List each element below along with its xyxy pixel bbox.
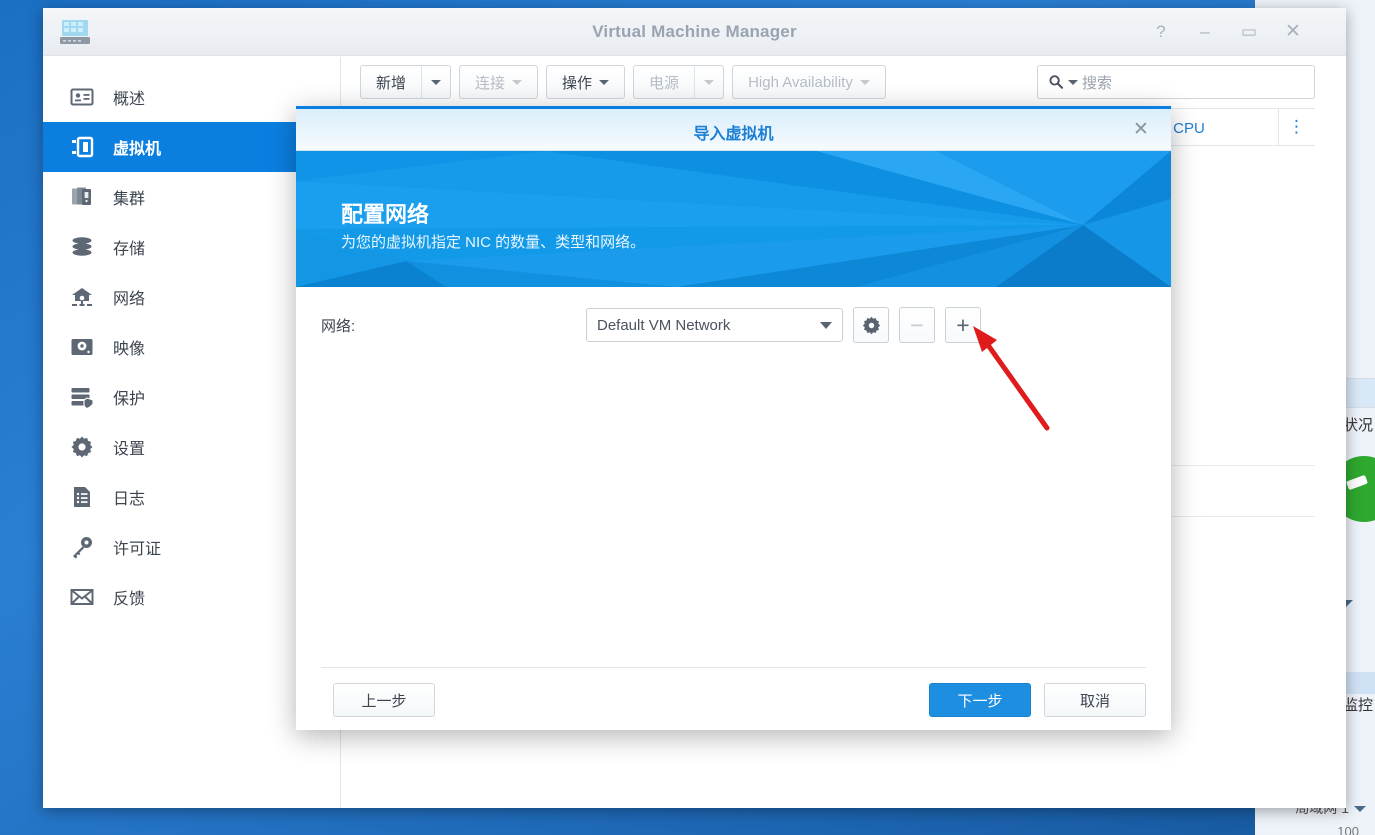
- lan-widget-value: 100: [1337, 824, 1359, 835]
- protection-shield-icon: [67, 382, 97, 412]
- create-button[interactable]: 新增: [360, 65, 422, 99]
- minimize-icon[interactable]: –: [1192, 19, 1218, 45]
- power-button-dropdown[interactable]: [694, 65, 725, 99]
- sidebar-item-label: 映像: [113, 341, 146, 358]
- chevron-down-icon: [820, 321, 832, 329]
- network-select-value: Default VM Network: [597, 316, 731, 334]
- toolbar: 新增 连接 操作 电源 High Availability 搜索: [342, 57, 1346, 105]
- gear-icon: [862, 316, 880, 334]
- chevron-down-icon: [704, 79, 715, 85]
- chevron-down-icon[interactable]: [1354, 806, 1366, 812]
- license-key-icon: [67, 532, 97, 562]
- window-title-bar: Virtual Machine Manager ? – ▭ ✕: [43, 8, 1346, 56]
- dialog-banner-heading: 配置网络: [341, 202, 430, 227]
- image-disc-icon: [67, 332, 97, 362]
- dialog-title: 导入虚拟机: [693, 126, 774, 143]
- create-button-dropdown[interactable]: [421, 65, 452, 99]
- search-scope-chevron-down-icon[interactable]: [1068, 79, 1078, 85]
- network-settings-button[interactable]: [853, 307, 889, 343]
- cancel-button[interactable]: 取消: [1044, 683, 1146, 717]
- network-select[interactable]: Default VM Network: [586, 308, 843, 342]
- sidebar-item-label: 保护: [113, 391, 146, 408]
- sidebar-item-label: 存储: [113, 241, 146, 258]
- application-window: Virtual Machine Manager ? – ▭ ✕ 概述 虚拟机 集…: [43, 8, 1346, 808]
- status-widget-title: 状况: [1342, 417, 1373, 434]
- network-label: 网络:: [321, 317, 356, 335]
- chevron-down-icon: [859, 79, 870, 85]
- network-remove-button[interactable]: −: [899, 307, 935, 343]
- sidebar-item-label: 许可证: [113, 541, 162, 558]
- sidebar-item-label: 设置: [113, 441, 146, 458]
- sidebar-item-label: 日志: [113, 491, 146, 508]
- gear-icon: [67, 432, 97, 462]
- sidebar-item-label: 虚拟机: [113, 141, 162, 158]
- power-button-group: 电源: [633, 65, 725, 99]
- sidebar-item-label: 网络: [113, 291, 146, 308]
- monitor-widget-title: 监控: [1342, 697, 1373, 714]
- help-icon[interactable]: ?: [1148, 19, 1174, 45]
- dialog-body: 网络: Default VM Network − +: [296, 287, 1171, 667]
- footer-divider: [321, 667, 1146, 668]
- create-button-group: 新增: [360, 65, 452, 99]
- connect-button[interactable]: 连接: [459, 65, 539, 99]
- search-icon: [1049, 75, 1064, 89]
- sidebar-item-label: 集群: [113, 191, 146, 208]
- high-availability-label: High Availability: [748, 73, 853, 91]
- close-icon[interactable]: ✕: [1129, 118, 1153, 142]
- dialog-footer: 上一步 下一步 取消: [296, 667, 1171, 729]
- sidebar-item-label: 概述: [113, 91, 146, 108]
- cluster-icon: [67, 182, 97, 212]
- action-button-label: 操作: [562, 74, 593, 92]
- overview-card-icon: [67, 82, 97, 112]
- log-document-icon: [67, 482, 97, 512]
- next-button[interactable]: 下一步: [929, 683, 1031, 717]
- close-icon[interactable]: ✕: [1280, 19, 1306, 45]
- vertical-dots-icon[interactable]: ⋮: [1278, 109, 1315, 145]
- power-button[interactable]: 电源: [633, 65, 695, 99]
- dialog-title-bar: 导入虚拟机 ✕: [296, 109, 1171, 151]
- search-input[interactable]: 搜索: [1037, 65, 1315, 99]
- chevron-down-icon: [599, 79, 610, 85]
- maximize-icon[interactable]: ▭: [1236, 19, 1262, 45]
- dialog-banner: 配置网络 为您的虚拟机指定 NIC 的数量、类型和网络。: [296, 151, 1171, 287]
- action-button[interactable]: 操作: [546, 65, 626, 99]
- sidebar-item-label: 反馈: [113, 591, 146, 608]
- storage-disks-icon: [67, 232, 97, 262]
- high-availability-button[interactable]: High Availability: [732, 65, 886, 99]
- previous-button[interactable]: 上一步: [333, 683, 435, 717]
- virtual-machine-icon: [67, 132, 97, 162]
- search-placeholder: 搜索: [1082, 74, 1113, 92]
- network-form-row: 网络: Default VM Network − +: [321, 307, 1146, 343]
- dialog-banner-subtitle: 为您的虚拟机指定 NIC 的数量、类型和网络。: [341, 234, 646, 251]
- network-icon: [67, 282, 97, 312]
- chevron-down-icon: [431, 79, 442, 85]
- connect-button-label: 连接: [475, 74, 506, 92]
- chevron-down-icon: [512, 79, 523, 85]
- import-vm-dialog: 导入虚拟机 ✕ 配置网络 为您的虚拟机指定 NIC 的数量、类型和网络。 网络:…: [296, 106, 1171, 730]
- network-add-button[interactable]: +: [945, 307, 981, 343]
- feedback-envelope-icon: [67, 582, 97, 612]
